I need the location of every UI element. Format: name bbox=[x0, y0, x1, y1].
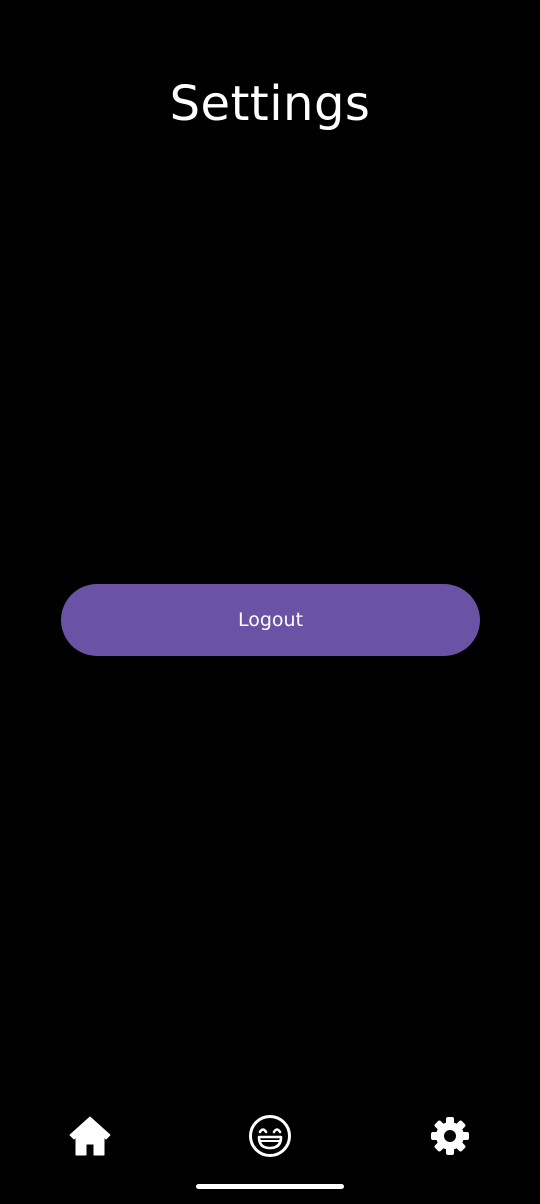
nav-item-settings[interactable] bbox=[420, 1108, 480, 1164]
bottom-navigation bbox=[0, 1108, 540, 1168]
nav-item-home[interactable] bbox=[60, 1108, 120, 1164]
gear-icon bbox=[431, 1117, 469, 1155]
home-icon bbox=[69, 1116, 111, 1156]
home-indicator[interactable] bbox=[196, 1184, 344, 1189]
laughing-face-icon bbox=[249, 1115, 291, 1157]
page-title: Settings bbox=[169, 76, 371, 132]
nav-item-mood[interactable] bbox=[240, 1108, 300, 1164]
logout-button[interactable]: Logout bbox=[61, 584, 480, 656]
